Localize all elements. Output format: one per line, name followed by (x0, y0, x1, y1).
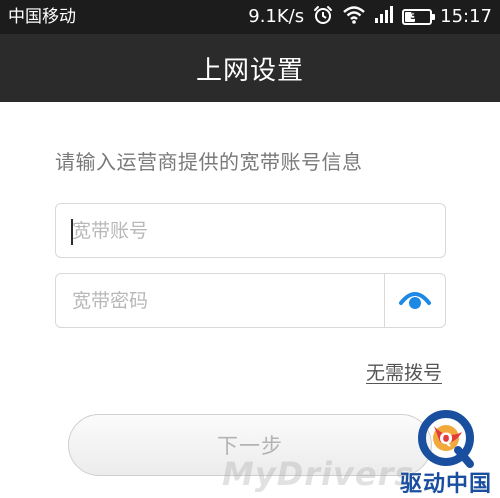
carrier-label: 中国移动 (8, 7, 76, 27)
page-title: 上网设置 (195, 55, 304, 86)
network-speed: 9.1K/s (248, 6, 305, 27)
skip-dial-link[interactable]: 无需拨号 (366, 358, 442, 385)
wifi-icon (342, 5, 366, 29)
title-bar: 上网设置 (0, 34, 500, 102)
status-indicators: 9.1K/s 37 15:17 (248, 5, 492, 29)
battery-icon: 37 (402, 9, 436, 25)
eye-icon (398, 287, 432, 315)
alarm-icon (312, 4, 334, 30)
password-input[interactable] (56, 274, 386, 327)
instruction-text: 请输入运营商提供的宽带账号信息 (55, 150, 363, 174)
account-input[interactable] (56, 204, 445, 257)
password-field[interactable] (55, 273, 446, 328)
clock-time: 15:17 (440, 6, 492, 27)
next-button[interactable]: 下一步 (68, 414, 432, 476)
account-field[interactable] (55, 203, 446, 258)
battery-level: 37 (410, 11, 425, 22)
show-password-toggle[interactable] (384, 274, 445, 327)
status-bar: 中国移动 9.1K/s 37 15:17 (0, 0, 500, 34)
text-cursor (71, 219, 73, 245)
signal-icon (374, 6, 394, 28)
logo-letter: Q (439, 429, 453, 448)
